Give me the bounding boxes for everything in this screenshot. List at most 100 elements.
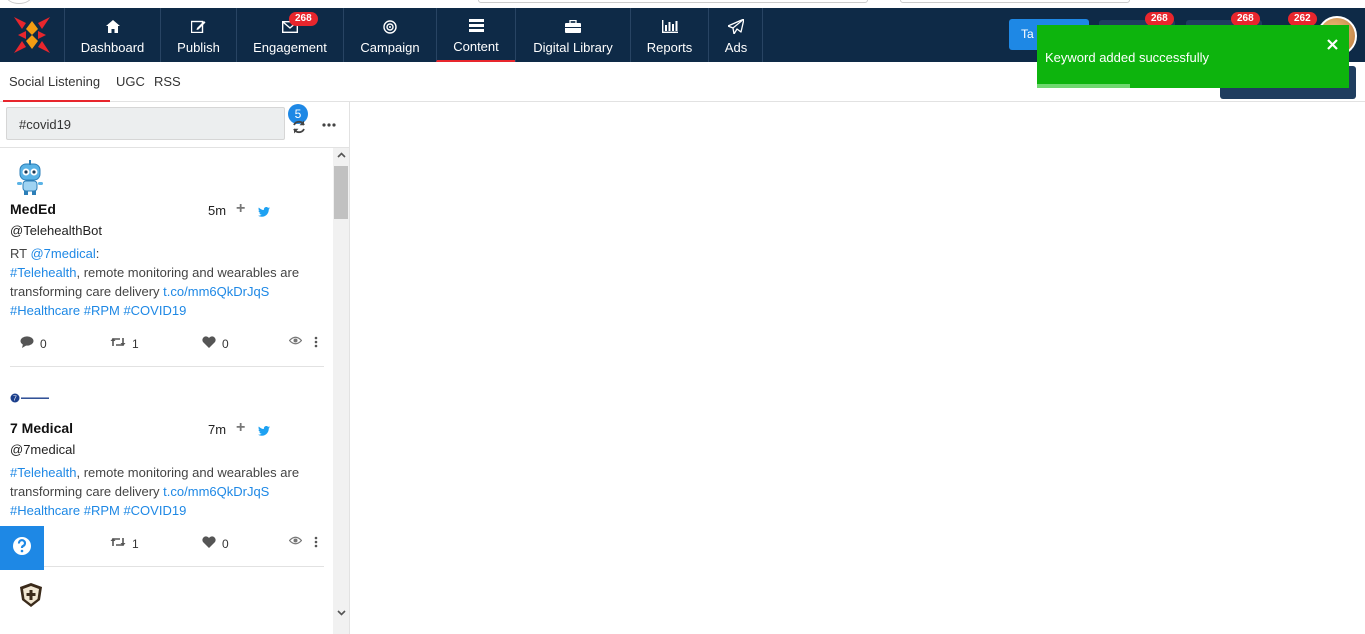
twitter-icon[interactable] <box>258 204 270 222</box>
post-link[interactable]: t.co/mm6QkDrJqS <box>163 284 269 299</box>
post-tags[interactable]: #Healthcare #RPM #COVID19 <box>10 303 186 318</box>
nav-content[interactable]: Content <box>436 8 515 62</box>
toast-progress-bar <box>1037 84 1130 88</box>
scrollbar-thumb[interactable] <box>334 166 348 219</box>
nav-digital-library[interactable]: Digital Library <box>515 8 630 62</box>
post-hashtag[interactable]: #Telehealth <box>10 465 77 480</box>
comment-count: 0 <box>40 336 47 351</box>
scroll-up-icon[interactable] <box>333 150 349 161</box>
header-badge-3: 262 <box>1288 12 1317 26</box>
tab-social-listening[interactable]: Social Listening <box>3 62 110 102</box>
view-icon[interactable] <box>289 536 302 545</box>
heart-icon <box>202 536 216 551</box>
nav-publish[interactable]: Publish <box>160 8 236 62</box>
bar-chart-icon <box>661 18 678 36</box>
view-icon[interactable] <box>289 336 302 345</box>
header-badge-2: 268 <box>1231 12 1260 26</box>
nav-ads[interactable]: Ads <box>708 8 763 62</box>
bullseye-icon <box>383 18 397 36</box>
like-button[interactable]: 0 <box>202 536 229 551</box>
post-time: 5m <box>208 203 227 218</box>
post-tags[interactable]: #Healthcare #RPM #COVID19 <box>10 503 186 518</box>
post-actions: 1 0 <box>10 536 324 556</box>
nav-campaign[interactable]: Campaign <box>343 8 436 62</box>
comment-button[interactable]: 0 <box>20 336 47 351</box>
svg-text:7: 7 <box>13 396 17 403</box>
nav-dashboard[interactable]: Dashboard <box>64 8 160 62</box>
briefcase-icon <box>565 18 581 36</box>
tab-rss[interactable]: RSS <box>154 62 181 102</box>
nav-engagement[interactable]: Engagement 268 <box>236 8 343 62</box>
like-count: 0 <box>222 536 229 551</box>
retweet-icon <box>110 536 126 551</box>
question-icon <box>12 536 32 561</box>
retweet-button[interactable]: 1 <box>110 536 139 551</box>
social-listening-panel: #covid19 5 MedEd 5m + @TelehealthBot RT … <box>0 102 350 634</box>
nav-reports[interactable]: Reports <box>630 8 708 62</box>
robot-avatar <box>14 160 46 201</box>
refresh-icon[interactable] <box>292 120 306 137</box>
post-mention-suffix: : <box>95 246 100 261</box>
more-options-icon[interactable] <box>322 114 336 130</box>
post-text: #Telehealth, remote monitoring and weara… <box>10 463 324 520</box>
like-count: 0 <box>222 336 229 351</box>
divider <box>0 147 349 148</box>
post-menu-icon[interactable] <box>314 536 318 548</box>
nav-label: Publish <box>177 39 220 55</box>
post-time: 7m <box>208 422 227 437</box>
post-menu-icon[interactable] <box>314 336 318 348</box>
post-author-name[interactable]: MedEd <box>10 201 324 217</box>
success-toast: Keyword added successfully <box>1037 25 1349 88</box>
keyword-input[interactable]: #covid19 <box>6 107 285 140</box>
post-link[interactable]: t.co/mm6QkDrJqS <box>163 484 269 499</box>
medical-logo: 7 <box>10 391 50 409</box>
nav-divider <box>762 8 763 62</box>
public-health-logo <box>18 582 44 613</box>
post-divider <box>10 366 324 367</box>
post-author-name[interactable]: 7 Medical <box>10 420 324 436</box>
list-icon <box>468 17 484 35</box>
post-hashtag[interactable]: #Telehealth <box>10 265 77 280</box>
nav-label: Dashboard <box>80 39 145 55</box>
top-strip <box>0 0 1365 8</box>
nav-label: Engagement <box>253 39 327 55</box>
twitter-icon[interactable] <box>258 423 270 441</box>
watermark <box>1050 540 1310 620</box>
scrollbar[interactable] <box>333 148 349 634</box>
add-icon[interactable]: + <box>236 200 245 218</box>
post-actions: 0 1 0 <box>10 336 324 356</box>
nav-label: Digital Library <box>533 39 613 55</box>
nav-label: Campaign <box>360 39 420 55</box>
top-field-right <box>900 0 1130 3</box>
comment-icon <box>20 336 34 351</box>
add-icon[interactable]: + <box>236 419 245 437</box>
header-badge-1: 268 <box>1145 12 1174 26</box>
nav-label: Content <box>453 38 499 54</box>
edit-icon <box>191 18 206 36</box>
retweet-count: 1 <box>132 536 139 551</box>
paper-plane-icon <box>728 18 744 36</box>
app-logo[interactable] <box>0 8 64 62</box>
top-field-left <box>478 0 868 3</box>
post-handle[interactable]: @7medical <box>10 442 324 457</box>
post-rt-prefix: RT <box>10 246 31 261</box>
tab-ugc[interactable]: UGC <box>116 62 145 102</box>
like-button[interactable]: 0 <box>202 336 229 351</box>
home-icon <box>105 18 120 36</box>
retweet-count: 1 <box>132 336 139 351</box>
scroll-down-icon[interactable] <box>333 608 349 619</box>
retweet-button[interactable]: 1 <box>110 336 139 351</box>
top-circle <box>6 0 32 4</box>
close-icon[interactable] <box>1327 34 1338 55</box>
nav-label: Reports <box>646 39 693 55</box>
post-mention[interactable]: @7medical <box>30 246 95 261</box>
toast-message: Keyword added successfully <box>1045 50 1210 65</box>
post-item: MedEd 5m + @TelehealthBot RT @7medical: … <box>10 160 324 367</box>
heart-icon <box>202 336 216 351</box>
engagement-badge: 268 <box>289 12 318 26</box>
post-handle[interactable]: @TelehealthBot <box>10 223 324 238</box>
help-button[interactable] <box>0 526 44 570</box>
retweet-icon <box>110 336 126 351</box>
post-divider <box>10 566 324 567</box>
post-item: 7 7 Medical 7m + @7medical #Telehealth, … <box>10 388 324 567</box>
